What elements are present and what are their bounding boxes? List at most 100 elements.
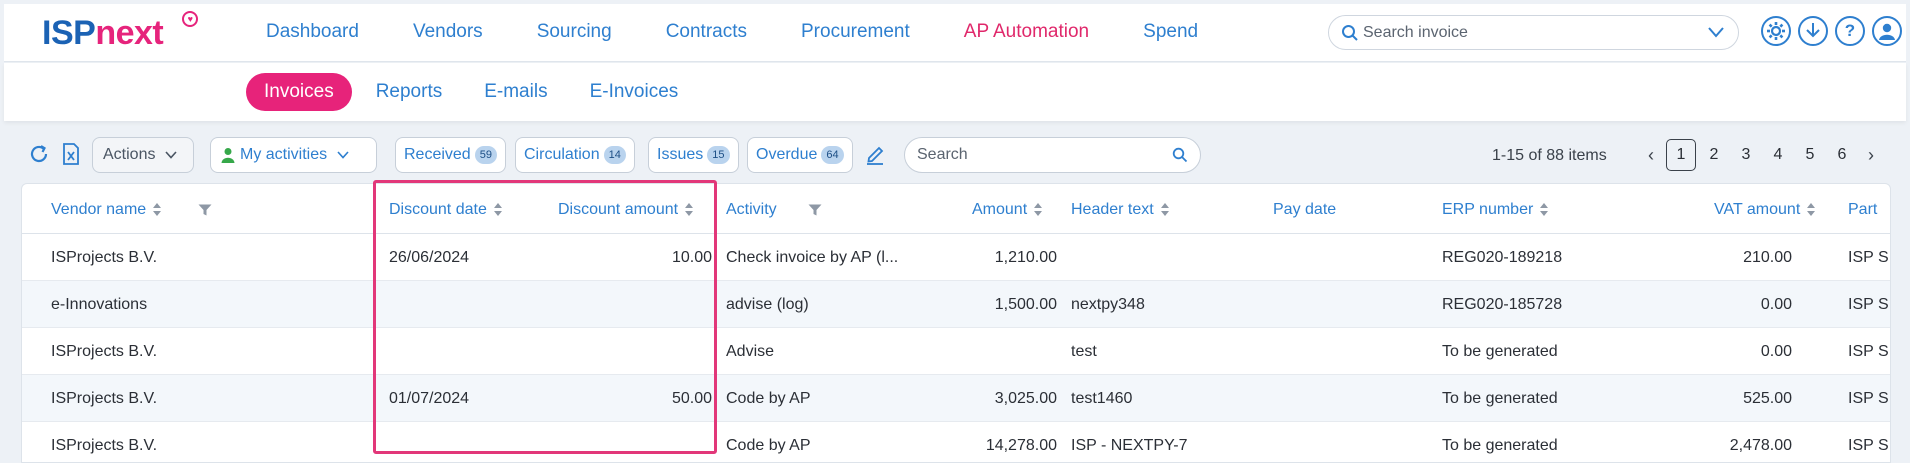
col-header-discount-date[interactable]: Discount date (389, 201, 503, 219)
actions-label: Actions (103, 146, 156, 163)
subtab-einvoices[interactable]: E-Invoices (590, 81, 679, 103)
subtab-emails[interactable]: E-mails (484, 81, 547, 103)
col-header-activity[interactable]: Activity (726, 201, 777, 219)
page-5[interactable]: 5 (1794, 139, 1826, 171)
excel-export-icon[interactable] (62, 143, 80, 165)
sub-nav: Invoices Reports E-mails E-Invoices (246, 73, 720, 111)
sort-icon[interactable] (685, 203, 694, 217)
filter-icon[interactable] (198, 204, 212, 216)
actions-dropdown[interactable]: Actions (92, 137, 194, 173)
invoice-table: Vendor name Discount date Discount amoun… (21, 183, 1891, 463)
cell-vendor-name: ISProjects B.V. (51, 437, 158, 454)
cell-erp-number: To be generated (1442, 437, 1558, 454)
table-search-box[interactable] (904, 137, 1201, 173)
next-page-arrow-icon[interactable]: › (1858, 139, 1884, 171)
logo-text-isp: ISP (42, 14, 96, 52)
filter-label: Circulation (524, 146, 600, 163)
invoice-search-box[interactable] (1328, 15, 1739, 50)
column-label: Discount date (389, 201, 487, 218)
download-icon[interactable] (1798, 16, 1828, 46)
page-6[interactable]: 6 (1826, 139, 1858, 171)
page-3[interactable]: 3 (1730, 139, 1762, 171)
filter-received[interactable]: Received 59 (395, 137, 506, 173)
cell-party: ISP S (1848, 343, 1888, 360)
filter-circulation[interactable]: Circulation 14 (515, 137, 635, 173)
nav-sourcing[interactable]: Sourcing (537, 21, 612, 43)
user-icon[interactable] (1872, 16, 1902, 46)
invoice-search-input[interactable] (1363, 22, 1693, 44)
page-1[interactable]: 1 (1666, 139, 1696, 171)
app-window: ISPnext ♥ Dashboard Vendors Sourcing Con… (0, 0, 1910, 463)
cell-amount: 1,500.00 (994, 296, 1057, 313)
invoice-toolbar: Actions My activities Received 59 Circula… (24, 135, 1894, 175)
prev-page-arrow-icon[interactable]: ‹ (1638, 139, 1664, 171)
top-navigation-bar: ISPnext ♥ Dashboard Vendors Sourcing Con… (4, 4, 1906, 62)
search-icon[interactable] (1172, 147, 1188, 163)
col-header-amount[interactable]: Amount (972, 201, 1043, 219)
table-row[interactable]: ISProjects B.V. Code by AP 14,278.00 ISP… (22, 422, 1890, 462)
table-row[interactable]: ISProjects B.V. Advise test To be genera… (22, 328, 1890, 375)
sort-icon[interactable] (493, 203, 503, 217)
cell-discount-amount: 50.00 (671, 390, 712, 407)
items-count: 1-15 of 88 items (1492, 147, 1607, 164)
search-icon (1342, 25, 1358, 41)
cell-activity: advise (log) (726, 296, 809, 313)
table-row[interactable]: ISProjects B.V. 01/07/2024 50.00 Code by… (22, 375, 1890, 422)
col-header-pay-date[interactable]: Pay date (1273, 201, 1336, 219)
filter-issues[interactable]: Issues 15 (648, 137, 739, 173)
ispnext-logo[interactable]: ISPnext ♥ (42, 11, 198, 53)
chevron-down-icon[interactable] (1708, 26, 1724, 38)
cell-vendor-name: ISProjects B.V. (51, 390, 158, 407)
my-activities-label: My activities (240, 146, 328, 163)
filter-label: Received (404, 146, 471, 163)
filter-overdue[interactable]: Overdue 64 (747, 137, 853, 173)
col-header-vat-amount[interactable]: VAT amount (1714, 201, 1816, 219)
cell-party: ISP S (1848, 437, 1888, 454)
gear-icon[interactable] (1761, 16, 1791, 46)
help-icon[interactable]: ? (1835, 16, 1865, 46)
cell-party: ISP S (1848, 390, 1888, 407)
count-badge: 14 (603, 146, 626, 164)
col-header-vendor-name[interactable]: Vendor name (51, 201, 162, 219)
col-header-discount-amount[interactable]: Discount amount (558, 201, 694, 219)
sort-icon[interactable] (153, 203, 162, 217)
refresh-icon[interactable] (28, 143, 50, 165)
col-header-party[interactable]: Part (1848, 201, 1877, 219)
column-label: ERP number (1442, 201, 1534, 218)
my-activities-dropdown[interactable]: My activities (210, 137, 377, 173)
table-row[interactable]: ISProjects B.V. 26/06/2024 10.00 Check i… (22, 234, 1890, 281)
col-header-erp-number[interactable]: ERP number (1442, 201, 1549, 219)
nav-ap-automation[interactable]: AP Automation (964, 21, 1089, 43)
table-row[interactable]: e-Innovations advise (log) 1,500.00 next… (22, 281, 1890, 328)
nav-contracts[interactable]: Contracts (666, 21, 747, 43)
filter-icon[interactable] (808, 204, 822, 216)
cell-header-text: test1460 (1071, 390, 1133, 407)
cell-party: ISP S (1848, 249, 1888, 266)
nav-dashboard[interactable]: Dashboard (266, 21, 359, 43)
subtab-reports[interactable]: Reports (376, 81, 443, 103)
nav-spend[interactable]: Spend (1143, 21, 1198, 43)
cell-vat-amount: 2,478.00 (1729, 437, 1792, 454)
chevron-down-icon (165, 151, 178, 159)
sort-icon[interactable] (1160, 203, 1170, 217)
nav-vendors[interactable]: Vendors (413, 21, 483, 43)
column-label: VAT amount (1714, 201, 1801, 218)
chevron-down-icon (337, 151, 349, 159)
subtab-invoices[interactable]: Invoices (246, 73, 352, 111)
column-label: Part (1848, 201, 1878, 218)
page-4[interactable]: 4 (1762, 139, 1794, 171)
cell-amount: 3,025.00 (994, 390, 1057, 407)
sort-icon[interactable] (1540, 203, 1549, 217)
cell-erp-number: To be generated (1442, 390, 1558, 407)
top-icon-group: ? (1761, 16, 1902, 46)
sort-icon[interactable] (1807, 203, 1816, 217)
page-2[interactable]: 2 (1698, 139, 1730, 171)
col-header-header-text[interactable]: Header text (1071, 201, 1170, 219)
edit-pencil-icon[interactable] (865, 143, 885, 165)
column-label: Amount (972, 201, 1028, 218)
nav-procurement[interactable]: Procurement (801, 21, 910, 43)
cell-activity: Code by AP (726, 390, 811, 407)
column-label: Pay date (1273, 201, 1337, 218)
table-search-input[interactable] (917, 145, 1157, 165)
sort-icon[interactable] (1034, 203, 1043, 217)
